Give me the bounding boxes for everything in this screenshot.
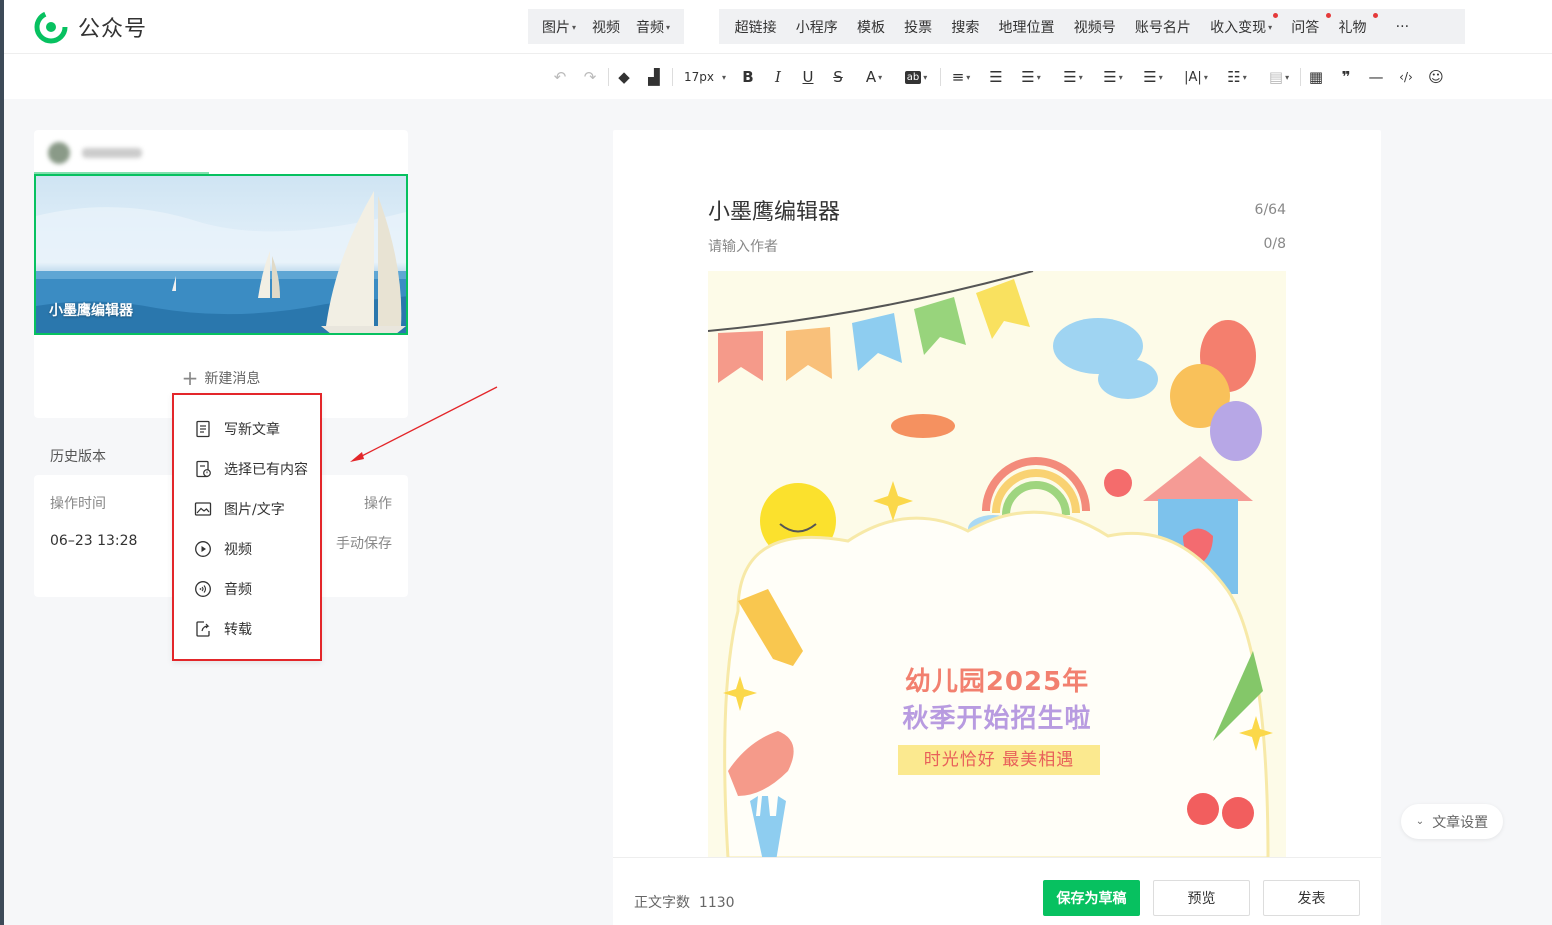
history-col-time: 操作时间 [50,496,106,512]
brand-logo[interactable]: 公众号 [34,10,147,44]
menu-audio[interactable]: 音频 ▾ [628,17,678,37]
quote-icon[interactable]: ❞ [1336,54,1356,100]
preview-button[interactable]: 预览 [1153,880,1250,916]
history-row-action[interactable]: 手动保存 [336,533,392,553]
menu-monetize[interactable]: 收入变现 ▾ [1201,12,1282,37]
history-col-action: 操作 [364,496,392,512]
code-icon[interactable]: ‹/› [1396,54,1416,100]
font-size-select[interactable]: 17px ▾ [680,54,730,100]
underline-icon[interactable]: U [798,54,818,100]
divider-icon[interactable]: — [1366,54,1386,100]
menu-miniprogram[interactable]: 小程序 [786,17,847,37]
menu-qa[interactable]: 问答 [1282,12,1331,37]
format-painter-icon[interactable]: ◆ [614,54,634,100]
content-poster-image[interactable]: 幼儿园2025年 秋季开始招生啦 时光恰好 最美相遇 [708,271,1286,858]
poster-line-3: 时光恰好 最美相遇 [898,745,1100,775]
notification-dot [1272,12,1278,18]
author-char-count: 0/8 [1263,236,1286,252]
save-draft-button[interactable]: 保存为草稿 [1043,880,1140,916]
menu-hyperlink[interactable]: 超链接 [725,17,786,37]
undo-icon[interactable]: ↶ [550,54,570,100]
cover-title: 小墨鹰编辑器 [49,303,133,319]
italic-icon[interactable]: I [768,54,788,100]
float-icon[interactable]: ▤ ▾ [1264,54,1294,100]
dropdown-write-article[interactable]: 写新文章 [194,419,280,439]
account-info [48,142,142,164]
indent-icon[interactable]: ☰ [986,54,1006,100]
caret-down-icon: ▾ [1268,22,1273,32]
plus-icon: + [181,366,199,390]
caret-down-icon: ▾ [666,22,671,32]
menu-video[interactable]: 视频 [584,17,628,37]
audio-icon [195,581,211,597]
brand-name: 公众号 [78,17,148,42]
menu-account-card[interactable]: 账号名片 [1125,17,1200,37]
editor-footer: 正文字数 1130 保存为草稿 预览 发表 [613,857,1381,925]
table-icon[interactable]: ▦ [1306,54,1326,100]
wechat-mp-logo-icon [34,10,68,44]
notification-dot [1373,12,1379,18]
bold-icon[interactable]: B [738,54,758,100]
format-toolbar: ↶ ↷ ◆ ▟ 17px ▾ B I U S A ▾ ab ▾ ≡ ▾ ☰ ☰ ▾ ☰ ▾ … [4,53,1552,99]
chevron-down-icon: ⌄ [1415,816,1425,827]
title-char-count: 6/64 [1254,202,1286,218]
history-title: 历史版本 [50,449,106,465]
insert-menu: 超链接 小程序 模板 投票 搜索 地理位置 视频号 账号名片 收入变现 ▾ 问答 … [719,9,1465,44]
author-input[interactable]: 请输入作者 [708,236,778,256]
letter-spacing-icon[interactable]: ☰ ▾ [1138,54,1168,100]
menu-more[interactable]: ··· [1386,19,1419,35]
menu-gift[interactable]: 礼物 [1329,12,1379,37]
history-row-time: 06–23 13:28 [50,533,138,549]
strikethrough-icon[interactable]: S [828,54,848,100]
article-title-input[interactable]: 小墨鹰编辑器 [708,194,840,226]
new-message-dropdown: 写新文章 选择已有内容 图片/文字 视频 音频 转载 [172,393,322,661]
video-play-icon [195,541,211,557]
top-header: 公众号 图片 ▾ 视频 音频 ▾ 超链接 小程序 模板 投票 搜索 地理位置 视频号… [4,0,1552,53]
dropdown-repost[interactable]: 转载 [194,619,252,639]
dropdown-audio[interactable]: 音频 [194,579,252,599]
menu-template[interactable]: 模板 [847,17,894,37]
media-menu: 图片 ▾ 视频 音频 ▾ [528,9,685,44]
list-icon[interactable]: ☷ ▾ [1222,54,1252,100]
menu-location[interactable]: 地理位置 [989,17,1064,37]
highlight-color-icon[interactable]: ab ▾ [900,54,932,100]
poster-line-2: 秋季开始招生啦 [902,704,1092,734]
dropdown-select-existing[interactable]: 选择已有内容 [194,459,308,479]
menu-image[interactable]: 图片 ▾ [534,17,584,37]
window-edge [0,0,4,925]
avatar [48,142,70,164]
image-icon [194,502,212,516]
font-color-icon[interactable]: A ▾ [860,54,888,100]
repost-icon [196,621,210,637]
line-height-icon[interactable]: ☰ ▾ [1098,54,1128,100]
account-name-blurred [82,148,142,158]
dropdown-video[interactable]: 视频 [194,539,252,559]
text-width-icon[interactable]: |A| ▾ [1180,54,1212,100]
word-count: 正文字数 1130 [634,895,735,911]
poster-line-1: 幼儿园2025年 [904,667,1090,697]
align-icon[interactable]: ≡ ▾ [946,54,976,100]
annotation-arrow [350,386,498,462]
emoji-icon[interactable]: ☺ [1426,54,1446,100]
clear-format-icon[interactable]: ▟ [644,54,664,100]
publish-button[interactable]: 发表 [1263,880,1360,916]
select-content-icon [196,460,211,478]
text-align-icon[interactable]: ☰ ▾ [1016,54,1046,100]
menu-vote[interactable]: 投票 [895,17,942,37]
menu-search[interactable]: 搜索 [942,17,989,37]
paragraph-spacing-icon[interactable]: ☰ ▾ [1058,54,1088,100]
dropdown-image-text[interactable]: 图片/文字 [194,499,285,519]
document-icon [196,420,210,438]
redo-icon[interactable]: ↷ [580,54,600,100]
menu-channels[interactable]: 视频号 [1064,17,1125,37]
caret-down-icon: ▾ [572,22,577,32]
article-cover[interactable]: 小墨鹰编辑器 [34,174,408,335]
article-settings-button[interactable]: ⌄ 文章设置 [1401,804,1503,839]
editor-panel: 小墨鹰编辑器 6/64 请输入作者 0/8 幼儿园2025年 秋季开始招生啦 时… [613,130,1381,925]
